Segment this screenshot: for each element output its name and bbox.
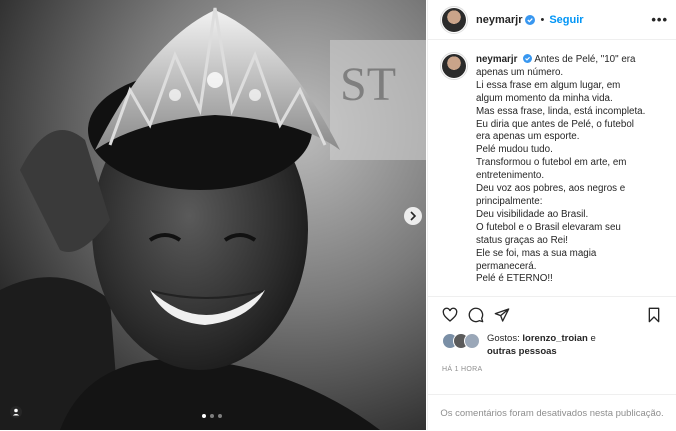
caption-line: status graças ao Rei! (476, 234, 569, 246)
caption-line: principalmente: (476, 195, 543, 207)
tagged-users-button[interactable] (10, 406, 22, 418)
caption-line: O futebol e o Brasil elevaram seu (476, 221, 621, 233)
first-liker-link[interactable]: lorenzo_troian (522, 333, 587, 344)
caption-line: permanecerá. (476, 260, 537, 272)
action-bar (428, 297, 676, 323)
bookmark-icon[interactable] (646, 307, 662, 323)
liker-avatars[interactable] (442, 333, 480, 349)
likes-prefix: Gostos: (487, 333, 520, 344)
caption-username[interactable]: neymarjr (476, 54, 517, 65)
caption-line: Transformou o futebol em arte, em (476, 157, 627, 169)
caption-line: apenas um número. (476, 66, 564, 78)
pele-photo: ST (0, 0, 426, 430)
post-actions: Gostos: lorenzo_troian e outras pessoas … (428, 296, 676, 373)
caption: neymarjr Antes de Pelé, "10" era apenas … (428, 40, 676, 286)
share-icon[interactable] (494, 307, 510, 323)
likes-and: e (590, 333, 596, 344)
carousel-dot (210, 414, 214, 418)
avatar[interactable] (440, 5, 468, 34)
post-image[interactable]: ST (0, 0, 426, 430)
heart-icon[interactable] (442, 307, 458, 323)
caption-line: Pelé mudou tudo. (476, 144, 553, 156)
comment-icon[interactable] (468, 307, 484, 323)
caption-line: algum momento da minha vida. (476, 92, 613, 104)
caption-line: Li essa frase em algum lugar, em (476, 79, 621, 91)
verified-badge-icon (525, 14, 536, 25)
user-tag-icon (10, 406, 22, 418)
comments-disabled-notice: Os comentários foram desativados nesta p… (428, 394, 676, 431)
avatar[interactable] (440, 52, 468, 80)
follow-button[interactable]: Seguir (549, 14, 583, 26)
chevron-right-icon (410, 211, 417, 221)
carousel-next-button[interactable] (404, 207, 422, 225)
caption-line: Mas essa frase, linda, está incompleta. (476, 105, 646, 117)
caption-line: entretenimento. (476, 170, 545, 182)
carousel-dot (218, 414, 222, 418)
caption-line: Deu visibilidade ao Brasil. (476, 208, 589, 220)
post-header: neymarjr • Seguir ••• (428, 0, 676, 40)
carousel-indicator (202, 414, 222, 418)
likes-summary: Gostos: lorenzo_troian e outras pessoas (428, 323, 676, 358)
likes-text: Gostos: lorenzo_troian e outras pessoas (487, 333, 596, 358)
caption-line: Deu voz aos pobres, aos negros e (476, 183, 626, 195)
svg-text:ST: ST (340, 58, 396, 111)
caption-line: Antes de Pelé, "10" era (534, 54, 636, 65)
avatar (464, 333, 480, 349)
more-options-button[interactable]: ••• (651, 12, 668, 27)
other-likers-link[interactable]: outras pessoas (487, 346, 557, 357)
caption-text: neymarjr Antes de Pelé, "10" era apenas … (476, 54, 645, 286)
caption-line: Ele se foi, mas a sua magia (476, 247, 597, 259)
caption-line: Eu diria que antes de Pelé, o futebol (476, 118, 634, 130)
separator-dot: • (540, 13, 545, 26)
carousel-dot (202, 414, 206, 418)
post-timestamp[interactable]: HÁ 1 HORA (428, 358, 676, 373)
caption-line: era apenas um esporte. (476, 131, 580, 143)
verified-badge-icon (523, 54, 533, 63)
caption-line: Pelé é ETERNO!! (476, 273, 553, 285)
header-username[interactable]: neymarjr (476, 14, 522, 26)
post-sidebar: neymarjr • Seguir ••• neymarjr Antes de … (427, 0, 676, 430)
